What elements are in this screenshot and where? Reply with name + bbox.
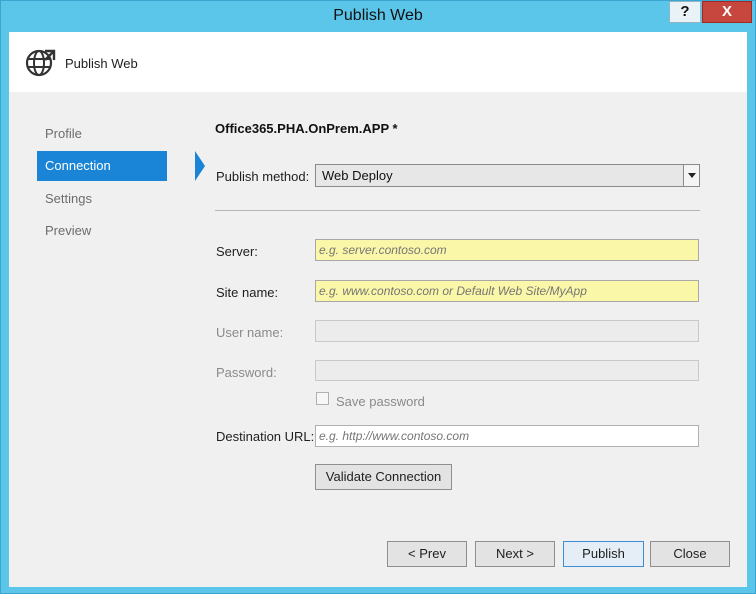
publish-method-value: Web Deploy bbox=[322, 168, 393, 183]
nav-active-arrow bbox=[195, 151, 205, 181]
server-input[interactable] bbox=[315, 239, 699, 261]
nav-item-settings[interactable]: Settings bbox=[37, 184, 167, 214]
publish-method-select[interactable]: Web Deploy bbox=[315, 164, 700, 187]
save-password-checkbox[interactable] bbox=[316, 392, 329, 405]
chevron-down-icon[interactable] bbox=[683, 165, 699, 186]
publish-method-label: Publish method: bbox=[216, 169, 310, 184]
nav-item-preview[interactable]: Preview bbox=[37, 216, 167, 246]
title-bar[interactable]: Publish Web ? X bbox=[1, 1, 755, 32]
header-title: Publish Web bbox=[65, 56, 138, 71]
destination-url-label: Destination URL: bbox=[216, 429, 315, 444]
password-input[interactable] bbox=[315, 360, 699, 381]
publish-web-window: Publish Web ? X Publish Web Profile Conn… bbox=[0, 0, 756, 594]
window-close-button[interactable]: X bbox=[702, 1, 752, 23]
password-label: Password: bbox=[216, 365, 277, 380]
user-name-input[interactable] bbox=[315, 320, 699, 342]
close-button[interactable]: Close bbox=[650, 541, 730, 567]
save-password-label: Save password bbox=[336, 394, 425, 409]
prev-button[interactable]: < Prev bbox=[387, 541, 467, 567]
site-name-input[interactable] bbox=[315, 280, 699, 302]
validate-connection-button[interactable]: Validate Connection bbox=[315, 464, 452, 490]
nav-item-connection[interactable]: Connection bbox=[37, 151, 205, 181]
server-label: Server: bbox=[216, 244, 258, 259]
section-divider bbox=[215, 210, 700, 211]
window-title: Publish Web bbox=[333, 7, 423, 24]
user-name-label: User name: bbox=[216, 325, 284, 340]
publish-button[interactable]: Publish bbox=[563, 541, 644, 567]
site-name-label: Site name: bbox=[216, 285, 279, 300]
dialog-client: Publish Web Profile Connection Settings … bbox=[9, 32, 747, 587]
next-button[interactable]: Next > bbox=[475, 541, 555, 567]
nav-item-label: Connection bbox=[45, 158, 111, 173]
destination-url-input[interactable] bbox=[315, 425, 699, 447]
nav-item-profile[interactable]: Profile bbox=[37, 119, 167, 149]
dialog-body: Profile Connection Settings Preview Offi… bbox=[9, 92, 747, 587]
globe-publish-icon bbox=[25, 49, 56, 77]
profile-name: Office365.PHA.OnPrem.APP * bbox=[215, 121, 398, 136]
dialog-header: Publish Web bbox=[9, 32, 747, 92]
help-button[interactable]: ? bbox=[669, 1, 701, 23]
